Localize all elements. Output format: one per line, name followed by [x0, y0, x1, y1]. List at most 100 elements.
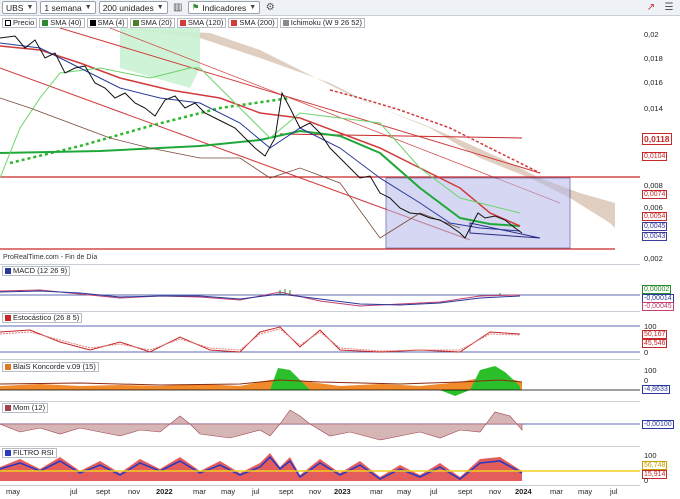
price-tick: 0,008	[644, 181, 663, 190]
legend-ichimoku[interactable]: Ichimoku (W 9 26 52)	[279, 18, 366, 28]
stoch-tag: 50,167	[642, 330, 668, 339]
time-tick: may	[397, 487, 412, 496]
time-tick: mar	[193, 487, 206, 496]
macd-signal	[0, 290, 521, 306]
legend-label: SMA (20)	[140, 18, 172, 27]
price-tick: 0,018	[644, 54, 663, 63]
color-swatch	[282, 20, 289, 26]
koncorde-axis: 100 0 -4,8633	[640, 360, 680, 400]
macd-tag: 0,00002	[642, 285, 672, 294]
price-tick: 0,016	[644, 78, 663, 87]
indicators-button[interactable]: ⚑ Indicadores ▼	[187, 1, 261, 14]
time-tick: mar	[550, 487, 563, 496]
koncorde-green	[270, 368, 310, 390]
macd-axis: 0,00002 -0,00014 -0,00045	[640, 266, 680, 311]
time-tick: nov	[128, 487, 141, 496]
mom-area	[0, 409, 523, 441]
legend-sma200[interactable]: SMA (200)	[228, 18, 278, 28]
time-tick: sept	[279, 487, 294, 496]
legend-price[interactable]: Precio	[2, 18, 38, 28]
mom-chart[interactable]	[0, 402, 640, 446]
color-swatch	[42, 20, 49, 26]
rsi-tag: 56,748	[642, 461, 668, 470]
price-tick: 0,02	[644, 30, 659, 39]
time-tick: jul	[610, 487, 618, 496]
stoch-axis: 100 50,167 45,546 0	[640, 312, 680, 358]
time-tick: 2023	[334, 487, 351, 496]
legend-label: SMA (120)	[187, 18, 224, 27]
time-tick: sept	[96, 487, 111, 496]
macd-histogram	[279, 289, 501, 295]
indicators-icon: ⚑	[191, 2, 200, 12]
price-tag: 0,0043	[642, 232, 668, 241]
legend-label: SMA (40)	[50, 18, 82, 27]
ichimoku-dotted	[329, 89, 541, 174]
panel-divider	[0, 264, 640, 265]
legend-label: SMA (200)	[239, 18, 275, 27]
price-tick: 0,014	[644, 104, 663, 113]
stoch-tag: 45,546	[642, 339, 668, 348]
trend-icon[interactable]: ↗	[644, 1, 658, 14]
time-tick: jul	[252, 487, 260, 496]
price-tag: 0,0074	[642, 190, 668, 199]
time-tick: may	[221, 487, 236, 496]
stoch-chart[interactable]	[0, 312, 640, 358]
time-tick: may	[578, 487, 593, 496]
chevron-down-icon: ▼	[249, 4, 257, 11]
color-swatch	[179, 20, 186, 26]
time-tick: nov	[309, 487, 322, 496]
legend-label: Precio	[13, 18, 35, 27]
koncorde-tick: 0	[644, 376, 649, 385]
menu-icon[interactable]: ☰	[662, 1, 676, 14]
time-tick: jul	[430, 487, 438, 496]
price-tag: 0,0104	[642, 152, 668, 161]
time-tick: nov	[489, 487, 502, 496]
rsi-tick: 100	[644, 451, 657, 460]
legend-sma4[interactable]: SMA (4)	[86, 18, 128, 28]
legend-sma40[interactable]: SMA (40)	[39, 18, 85, 28]
stoch-tick: 0	[644, 348, 649, 357]
macd-tag: -0,00045	[642, 302, 674, 311]
rsi-axis: 100 56,748 15,914 0	[640, 447, 680, 485]
macd-chart[interactable]	[0, 266, 640, 310]
time-tick: 2024	[515, 487, 532, 496]
timeframe-label: 1 semana	[44, 2, 82, 13]
candle-icon	[5, 20, 11, 26]
legend-label: SMA (4)	[97, 18, 125, 27]
symbol-select[interactable]: UBS ▼	[2, 1, 38, 14]
indicator-legend: Precio SMA (40) SMA (4) SMA (20) SMA (12…	[2, 18, 366, 28]
legend-sma120[interactable]: SMA (120)	[176, 18, 227, 28]
chart-type-icon[interactable]: ▥	[171, 1, 185, 14]
units-label: 200 unidades	[102, 2, 154, 13]
time-tick: sept	[458, 487, 473, 496]
legend-label: Ichimoku (W 9 26 52)	[290, 18, 363, 27]
koncorde-tag: -4,8633	[642, 385, 670, 394]
chevron-down-icon: ▼	[26, 4, 34, 11]
price-tick: 0,006	[644, 203, 663, 212]
price-chart[interactable]	[0, 28, 640, 264]
price-tag: 0,0054	[642, 212, 668, 221]
price-axis[interactable]: 0,02 0,018 0,016 0,014 0,0118 0,0104 0,0…	[640, 16, 680, 264]
units-select[interactable]: 200 unidades ▼	[98, 1, 168, 14]
data-source-footnote: ProRealTime.com - Fin de Día	[3, 254, 98, 261]
indicators-label: Indicadores	[202, 2, 247, 13]
legend-sma20[interactable]: SMA (20)	[129, 18, 175, 28]
mom-axis: -0,00100	[640, 402, 680, 446]
timeframe-select[interactable]: 1 semana ▼	[40, 1, 96, 14]
koncorde-chart[interactable]	[0, 360, 640, 400]
rsi-tick: 0	[644, 476, 649, 485]
time-tick: mar	[370, 487, 383, 496]
chevron-down-icon: ▼	[156, 4, 164, 11]
stoch-k	[0, 326, 521, 353]
price-tick: 0,002	[644, 254, 663, 263]
time-tick: may	[6, 487, 21, 496]
price-tag: 0,0118	[642, 133, 672, 145]
color-swatch	[89, 20, 96, 26]
panel-divider	[0, 485, 640, 486]
time-tick: 2022	[156, 487, 173, 496]
symbol-label: UBS	[6, 2, 24, 13]
time-tick: jul	[70, 487, 78, 496]
settings-icon[interactable]: ⚙	[263, 1, 277, 14]
rsi-chart[interactable]	[0, 447, 640, 485]
chevron-down-icon: ▼	[84, 4, 92, 11]
